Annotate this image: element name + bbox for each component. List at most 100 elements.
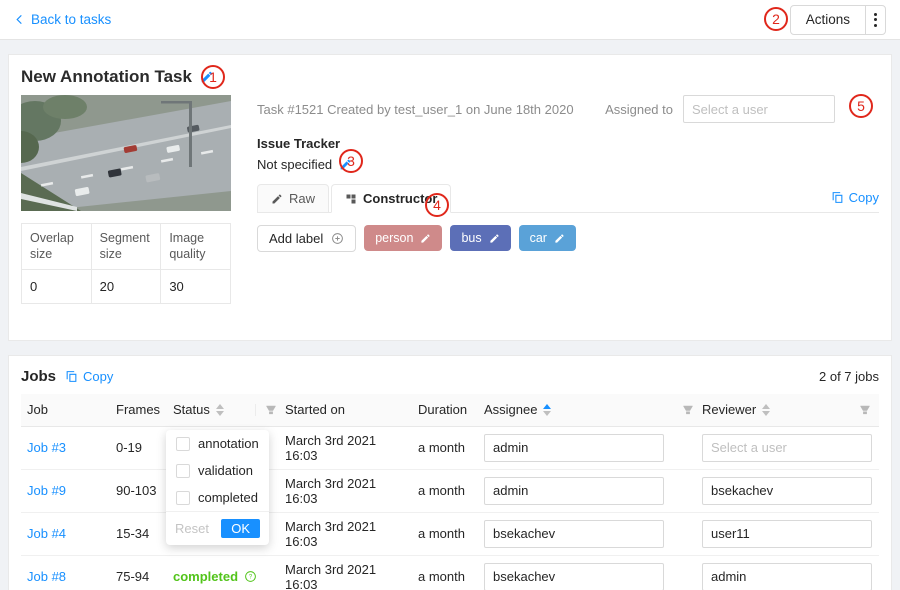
frames-cell: 75-94 xyxy=(116,555,173,590)
jobs-table-header: Job Frames Status Started on Duration xyxy=(21,394,879,426)
copy-icon xyxy=(831,191,844,204)
label-chip-bus[interactable]: bus xyxy=(450,225,510,251)
tab-raw[interactable]: Raw xyxy=(257,184,329,213)
add-label-button[interactable]: Add label xyxy=(257,225,356,252)
assignee-filter-icon[interactable] xyxy=(673,404,694,416)
labels-constructor-area: Add label person bus xyxy=(257,213,879,311)
reviewer-input[interactable] xyxy=(702,477,872,505)
duration-cell: a month xyxy=(418,426,484,469)
pencil-icon[interactable] xyxy=(420,233,431,244)
label-chip-person[interactable]: person xyxy=(364,225,442,251)
param-header: Segment size xyxy=(91,224,161,270)
jobs-count: 2 of 7 jobs xyxy=(819,369,879,384)
frames-cell: 90-103 xyxy=(116,469,173,512)
label-chip-name: person xyxy=(375,231,413,245)
job-row: Job #3 0-19 March 3rd 2021 16:03 a month xyxy=(21,426,879,469)
filter-option-annotation[interactable]: annotation xyxy=(166,430,269,457)
pencil-icon xyxy=(271,193,283,205)
task-meta-text: Task #1521 Created by test_user_1 on Jun… xyxy=(257,102,574,117)
param-value: 30 xyxy=(161,269,231,303)
duration-cell: a month xyxy=(418,555,484,590)
jobs-title: Jobs xyxy=(21,368,56,385)
task-assignee-input[interactable] xyxy=(683,95,835,123)
label-chip-car[interactable]: car xyxy=(519,225,576,251)
annotation-circle-2: 2 xyxy=(764,7,788,31)
issue-tracker-value: Not specified xyxy=(257,157,332,172)
pencil-icon[interactable] xyxy=(554,233,565,244)
copy-jobs-button[interactable]: Copy xyxy=(65,369,113,384)
column-job: Job xyxy=(21,394,116,426)
back-to-tasks-link[interactable]: Back to tasks xyxy=(14,12,111,27)
param-value: 0 xyxy=(22,269,92,303)
param-header: Image quality xyxy=(161,224,231,270)
column-started-on: Started on xyxy=(285,394,418,426)
annotation-circle-5: 5 xyxy=(849,94,873,118)
reviewer-input[interactable] xyxy=(702,563,872,590)
reviewer-filter-icon[interactable] xyxy=(850,404,871,416)
pencil-icon[interactable] xyxy=(489,233,500,244)
svg-text:?: ? xyxy=(249,575,253,581)
filter-ok-button[interactable]: OK xyxy=(221,519,260,538)
filter-option-completed[interactable]: completed xyxy=(166,484,269,511)
jobs-table: Job Frames Status Started on Duration xyxy=(21,394,879,590)
checkbox-icon[interactable] xyxy=(176,464,190,478)
task-preview-image xyxy=(21,95,231,211)
assignee-input[interactable] xyxy=(484,477,664,505)
status-cell: completed ? xyxy=(173,555,285,590)
label-chip-name: car xyxy=(530,231,547,245)
column-status[interactable]: Status xyxy=(173,394,285,426)
copy-jobs-label: Copy xyxy=(83,369,113,384)
started-cell: March 3rd 2021 16:03 xyxy=(285,555,418,590)
plus-circle-icon xyxy=(331,232,344,245)
assigned-to-label: Assigned to xyxy=(605,102,673,117)
back-to-tasks-label: Back to tasks xyxy=(31,12,111,27)
task-details-card: New Annotation Task xyxy=(8,54,892,341)
job-link[interactable]: Job #9 xyxy=(27,483,66,498)
job-row: Job #4 15-34 March 3rd 2021 16:03 a mont… xyxy=(21,512,879,555)
question-circle-icon[interactable]: ? xyxy=(244,570,257,583)
actions-label: Actions xyxy=(806,12,850,27)
annotation-circle-4: 4 xyxy=(425,193,449,217)
column-assignee[interactable]: Assignee xyxy=(484,394,702,426)
duration-cell: a month xyxy=(418,512,484,555)
vertical-ellipsis-icon xyxy=(874,13,877,27)
reviewer-input[interactable] xyxy=(702,520,872,548)
checkbox-icon[interactable] xyxy=(176,437,190,451)
sort-carets-icon[interactable] xyxy=(216,404,224,416)
add-label-label: Add label xyxy=(269,231,323,246)
job-link[interactable]: Job #8 xyxy=(27,569,66,584)
copy-icon xyxy=(65,370,78,383)
job-link[interactable]: Job #4 xyxy=(27,526,66,541)
blocks-icon xyxy=(345,193,357,205)
column-reviewer[interactable]: Reviewer xyxy=(702,394,879,426)
copy-labels-label: Copy xyxy=(849,190,879,205)
assignee-input[interactable] xyxy=(484,520,664,548)
actions-button[interactable]: Actions xyxy=(791,6,865,34)
param-value: 20 xyxy=(91,269,161,303)
assignee-input[interactable] xyxy=(484,434,664,462)
sort-carets-icon[interactable] xyxy=(762,404,770,416)
tab-raw-label: Raw xyxy=(289,191,315,206)
filter-reset-button[interactable]: Reset xyxy=(175,521,209,536)
copy-labels-button[interactable]: Copy xyxy=(831,190,879,212)
annotation-circle-1: 1 xyxy=(201,65,225,89)
jobs-card: Jobs Copy 2 of 7 jobs Job Frames Status xyxy=(8,355,892,590)
reviewer-input[interactable] xyxy=(702,434,872,462)
chevron-left-icon xyxy=(14,14,25,25)
job-link[interactable]: Job #3 xyxy=(27,440,66,455)
status-filter-icon[interactable] xyxy=(255,404,277,416)
frames-cell: 15-34 xyxy=(116,512,173,555)
annotation-circle-3: 3 xyxy=(339,149,363,173)
started-cell: March 3rd 2021 16:03 xyxy=(285,512,418,555)
actions-menu-button[interactable] xyxy=(865,6,885,34)
column-duration: Duration xyxy=(418,394,484,426)
assignee-input[interactable] xyxy=(484,563,664,590)
checkbox-icon[interactable] xyxy=(176,491,190,505)
column-frames: Frames xyxy=(116,394,173,426)
filter-option-validation[interactable]: validation xyxy=(166,457,269,484)
sort-carets-icon[interactable] xyxy=(543,404,551,416)
task-title: New Annotation Task xyxy=(21,67,192,87)
labels-tabs: Raw Constructor Copy xyxy=(257,184,879,213)
task-parameters-table: Overlap size Segment size Image quality … xyxy=(21,223,231,304)
status-filter-dropdown: annotation validation completed Reset OK xyxy=(166,430,269,545)
